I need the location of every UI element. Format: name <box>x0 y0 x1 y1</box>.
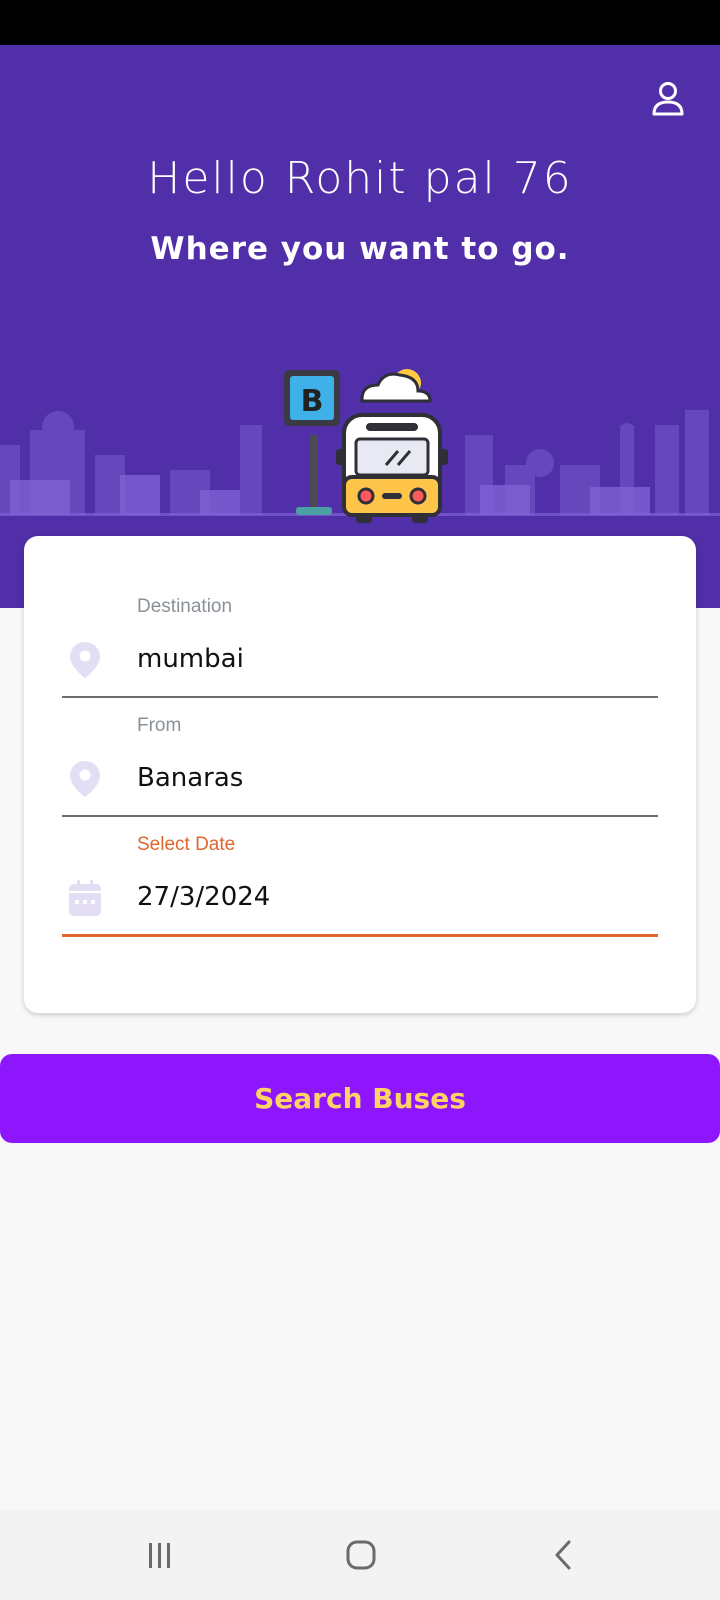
destination-field: Destination <box>62 596 658 716</box>
from-underline <box>62 815 658 817</box>
city-bus-illustration: B <box>0 369 720 523</box>
search-form-card: Destination From Select Date <box>24 536 696 1013</box>
location-pin-icon <box>70 761 100 797</box>
back-chevron-icon <box>555 1540 571 1570</box>
from-field: From <box>62 715 658 835</box>
back-button[interactable] <box>533 1530 593 1580</box>
system-nav-bar <box>0 1510 720 1600</box>
header-banner: Hello Rohit pal 76 Where you want to go. <box>0 45 720 608</box>
search-buses-button[interactable]: Search Buses <box>0 1054 720 1143</box>
date-underline <box>62 934 658 937</box>
calendar-icon <box>69 880 101 916</box>
destination-underline <box>62 696 658 698</box>
subtitle-text: Where you want to go. <box>150 231 570 267</box>
recent-apps-icon <box>149 1543 170 1568</box>
date-input[interactable] <box>137 882 647 912</box>
home-button[interactable] <box>331 1530 391 1580</box>
date-label: Select Date <box>137 834 236 855</box>
from-label: From <box>137 715 182 736</box>
person-outline-icon <box>652 82 684 116</box>
destination-input[interactable] <box>137 644 647 674</box>
profile-button[interactable] <box>644 75 692 123</box>
status-bar <box>0 0 720 45</box>
greeting-text: Hello Rohit pal 76 <box>147 153 573 204</box>
from-input[interactable] <box>137 763 647 793</box>
recent-apps-button[interactable] <box>130 1530 190 1580</box>
destination-label: Destination <box>137 596 233 617</box>
location-pin-icon <box>70 642 100 678</box>
bus-stop-letter: B <box>301 384 324 419</box>
home-icon <box>346 1540 376 1570</box>
date-field: Select Date <box>62 834 658 954</box>
